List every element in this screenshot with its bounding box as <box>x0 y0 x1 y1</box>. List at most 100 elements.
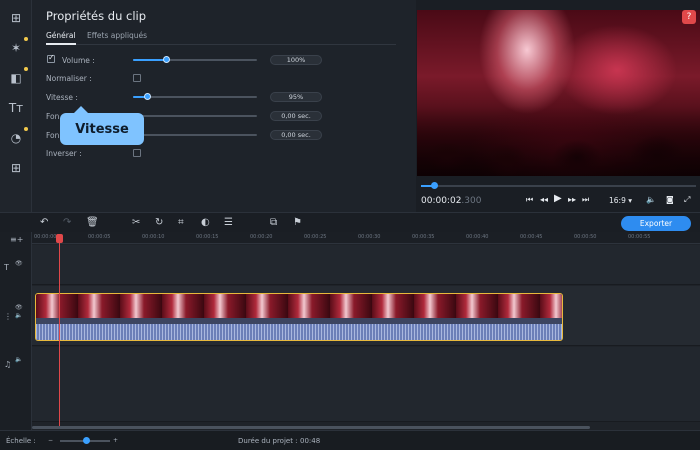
snapshot-icon[interactable]: ◙ <box>666 195 674 204</box>
ruler-tick: 00:00:35 <box>412 234 435 240</box>
stickers-icon[interactable]: ◔ <box>6 127 28 148</box>
aspect-ratio-select[interactable]: 16:9 ▾ <box>609 196 632 205</box>
fade-out-label: Fon <box>46 131 60 140</box>
ruler-tick: 00:00:40 <box>466 234 489 240</box>
marker-flag-icon[interactable]: ⚑ <box>293 217 302 228</box>
ruler-tick: 00:00:30 <box>358 234 381 240</box>
clip-audio-waveform <box>36 324 562 340</box>
volume-value[interactable]: 100% <box>270 55 322 65</box>
fade-in-label: Fon <box>46 112 60 121</box>
play-icon[interactable]: ▶ <box>554 193 562 204</box>
zoom-slider-handle[interactable] <box>83 437 90 444</box>
video-track-mute-icon[interactable]: 🔈 <box>15 312 22 319</box>
scrubber-handle[interactable] <box>431 182 438 189</box>
volume-checkbox[interactable] <box>47 53 55 63</box>
volume-slider-handle[interactable] <box>163 56 170 63</box>
zoom-in-icon[interactable]: + <box>113 437 118 444</box>
reverse-checkbox[interactable] <box>133 149 141 157</box>
timecode-ms: .300 <box>461 196 482 206</box>
transitions-icon[interactable]: ◧ <box>6 67 28 88</box>
skip-start-icon[interactable]: ⏮ <box>526 195 533 205</box>
ruler-tick: 00:00:45 <box>520 234 543 240</box>
music-track[interactable] <box>32 347 700 422</box>
speed-label: Vitesse : <box>46 93 78 102</box>
clip-properties-icon[interactable]: ☰ <box>224 217 233 228</box>
undo-icon[interactable]: ↶ <box>40 217 48 228</box>
fullscreen-icon[interactable]: ⤢ <box>684 195 690 205</box>
music-track-icon: ♫ <box>4 360 12 369</box>
timeline-scrollbar[interactable] <box>32 426 590 429</box>
zoom-slider[interactable] <box>60 437 110 444</box>
status-bar: Échelle : − + Durée du projet : 00:48 <box>0 430 700 450</box>
time-ruler[interactable]: 00:00:00 00:00:05 00:00:10 00:00:15 00:0… <box>32 232 700 244</box>
playhead-line[interactable] <box>59 234 60 426</box>
playback-scrubber[interactable] <box>421 182 696 189</box>
zoom-out-icon[interactable]: − <box>48 437 53 444</box>
title-track-visibility-icon[interactable]: 👁 <box>15 260 23 267</box>
tab-general[interactable]: Général <box>46 31 76 45</box>
cut-icon[interactable]: ✂ <box>132 217 140 228</box>
speed-value[interactable]: 95% <box>270 92 322 102</box>
timecode-main: 00:00:02 <box>421 196 462 206</box>
step-forward-icon[interactable]: ▸▸ <box>568 195 576 204</box>
video-preview <box>417 10 700 176</box>
project-duration-value: 00:48 <box>300 437 321 445</box>
concert-crowd-image <box>417 106 700 176</box>
normalize-label: Normaliser : <box>46 74 92 83</box>
fade-out-slider[interactable] <box>133 134 257 136</box>
ruler-tick: 00:00:50 <box>574 234 597 240</box>
track-headers: ≡+ T 👁 ⋮ 👁 🔈 ♫ 🔈 <box>0 232 32 430</box>
delete-icon[interactable]: 🗑 <box>86 217 99 228</box>
timecode: 00:00:02.300 <box>421 196 481 206</box>
speed-slider[interactable] <box>133 93 257 100</box>
overlay-icon[interactable]: ⧉ <box>270 217 277 228</box>
magic-wand-icon[interactable]: ✶ <box>6 37 28 58</box>
normalize-checkbox[interactable] <box>133 74 141 82</box>
preview-panel: ? 00:00:02.300 ⏮ ◂◂ ▶ ▸▸ ⏭ 16:9 ▾ 🔈 ◙ ⤢ <box>416 0 700 212</box>
tab-applied-effects[interactable]: Effets appliqués <box>87 31 147 40</box>
ruler-tick: 00:00:25 <box>304 234 327 240</box>
add-track-icon[interactable]: ≡+ <box>10 235 23 244</box>
ruler-tick: 00:00:10 <box>142 234 165 240</box>
fade-out-value[interactable]: 0,00 sec. <box>270 130 322 140</box>
project-duration-label: Durée du projet : <box>238 437 298 445</box>
fade-in-value[interactable]: 0,00 sec. <box>270 111 322 121</box>
video-track-icon: ⋮ <box>4 312 12 321</box>
fade-in-slider[interactable] <box>133 115 257 117</box>
video-editor: ⊞ ✶ ◧ Tт ◔ ⊞ Propriétés du clip Général … <box>0 0 700 450</box>
tools-sidebar: ⊞ ✶ ◧ Tт ◔ ⊞ <box>0 0 32 212</box>
crop-icon[interactable]: ⌗ <box>178 217 184 228</box>
ruler-tick: 00:00:00 <box>34 234 57 240</box>
music-track-mute-icon[interactable]: 🔈 <box>15 356 22 363</box>
playhead-handle[interactable] <box>56 234 63 243</box>
timeline-toolbar: ↶ ↷ 🗑 ✂ ↻ ⌗ ◐ ☰ ⧉ ⚑ Exporter <box>0 212 700 232</box>
step-back-icon[interactable]: ◂◂ <box>540 195 548 204</box>
reverse-label: Inverser : <box>46 149 82 158</box>
color-adjust-icon[interactable]: ◐ <box>201 217 210 228</box>
volume-slider[interactable] <box>133 56 257 63</box>
ruler-tick: 00:00:55 <box>628 234 651 240</box>
help-button[interactable]: ? <box>682 10 696 24</box>
more-tools-icon[interactable]: ⊞ <box>6 158 26 178</box>
volume-icon[interactable]: 🔈 <box>646 195 656 204</box>
title-track-icon: T <box>4 263 9 272</box>
redo-icon[interactable]: ↷ <box>63 217 71 228</box>
skip-end-icon[interactable]: ⏭ <box>582 195 589 205</box>
speed-tooltip: Vitesse <box>60 106 144 145</box>
title-track[interactable] <box>32 245 700 285</box>
titles-icon[interactable]: Tт <box>6 98 26 118</box>
speed-slider-handle[interactable] <box>144 93 151 100</box>
ruler-tick: 00:00:05 <box>88 234 111 240</box>
ruler-tick: 00:00:15 <box>196 234 219 240</box>
clip-properties-panel: Propriétés du clip Général Effets appliq… <box>32 0 416 212</box>
video-clip[interactable] <box>35 293 563 341</box>
import-icon[interactable]: ⊞ <box>6 8 26 28</box>
properties-tabs: Général Effets appliqués <box>46 29 396 45</box>
rotate-icon[interactable]: ↻ <box>155 217 163 228</box>
panel-title: Propriétés du clip <box>46 9 147 23</box>
export-button[interactable]: Exporter <box>621 216 691 231</box>
video-track-visibility-icon[interactable]: 👁 <box>15 304 23 311</box>
timeline: ≡+ T 👁 ⋮ 👁 🔈 ♫ 🔈 00:00:00 00:00:05 00:00… <box>0 232 700 430</box>
clip-thumbnails <box>36 294 562 318</box>
volume-label: Volume : <box>62 56 95 65</box>
